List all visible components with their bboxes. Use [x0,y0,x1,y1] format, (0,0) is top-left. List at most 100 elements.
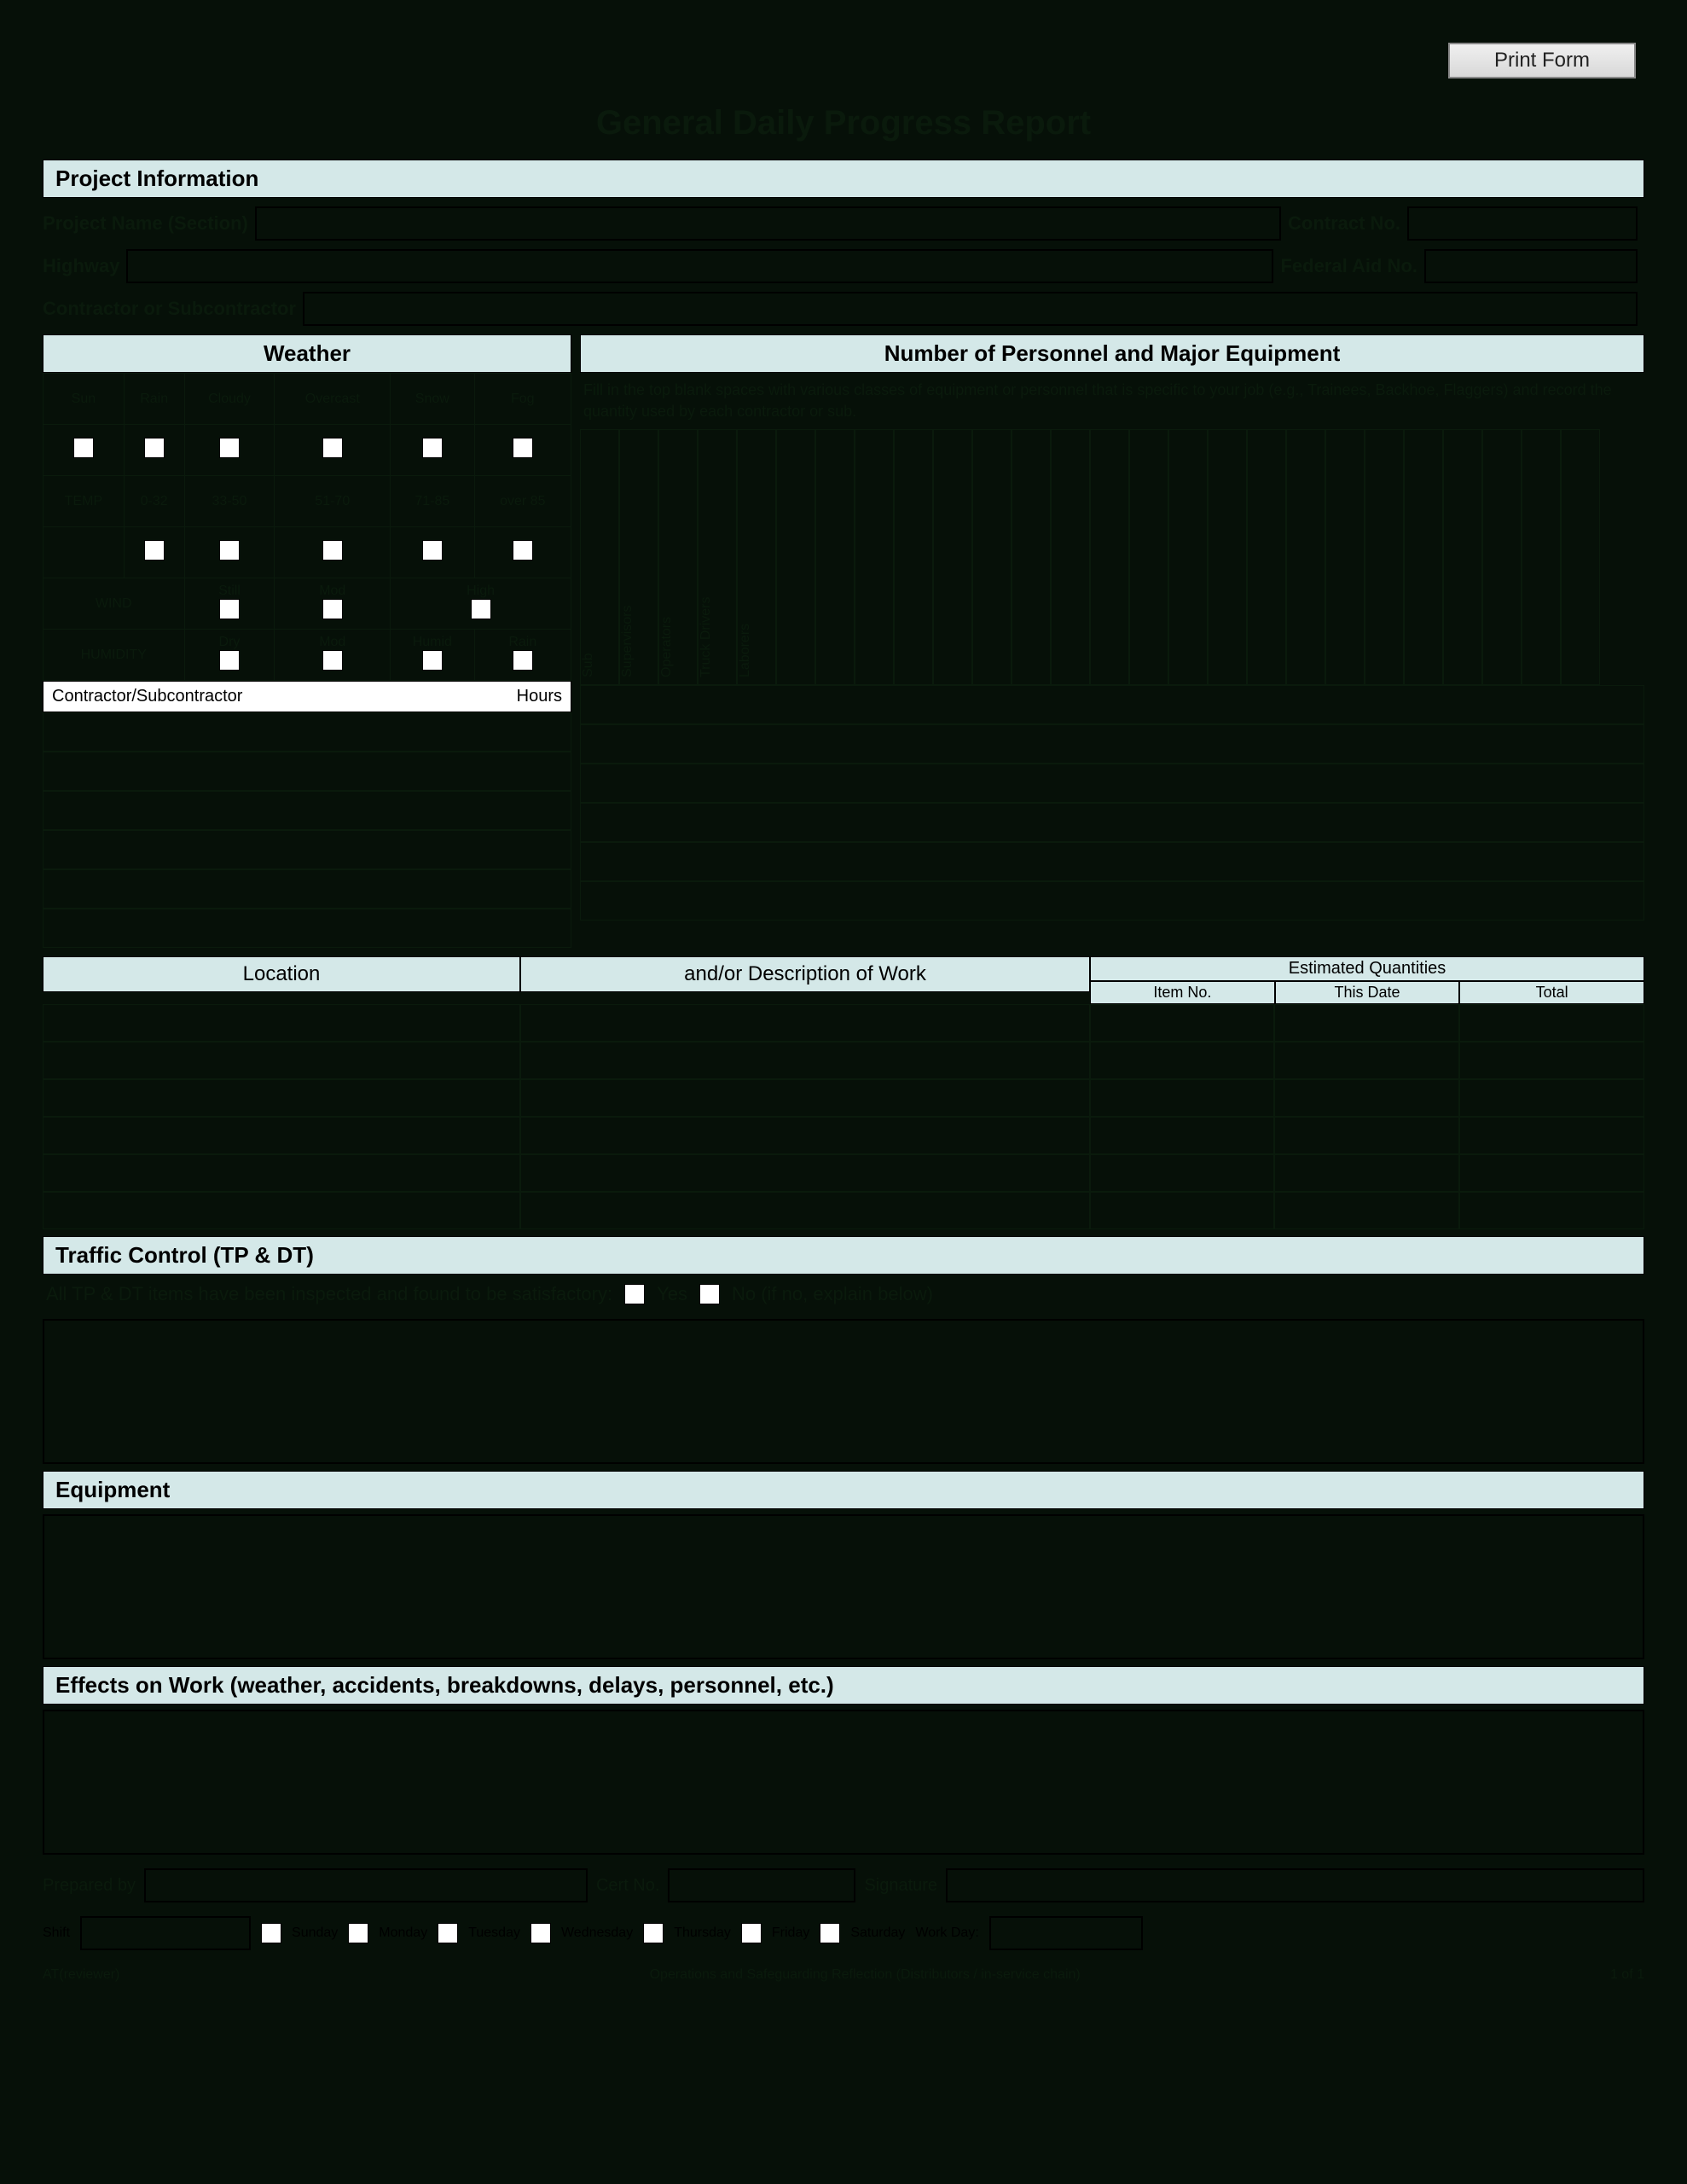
checkbox-friday[interactable] [741,1923,762,1943]
input-workday[interactable] [989,1916,1143,1950]
pcol-blank[interactable] [1090,429,1129,685]
checkbox-wind-high[interactable] [471,599,491,619]
pcol-blank[interactable] [1404,429,1443,685]
total-cell[interactable] [1459,1154,1644,1192]
checkbox-temp-51-70[interactable] [322,540,343,561]
personnel-row[interactable] [580,881,1644,921]
item-cell[interactable] [1090,1192,1274,1229]
pcol-blank[interactable] [776,429,815,685]
effects-textarea[interactable] [43,1710,1644,1855]
equipment-textarea[interactable] [43,1514,1644,1659]
total-cell[interactable] [1459,1079,1644,1117]
input-federal[interactable] [1424,249,1638,283]
checkbox-monday[interactable] [348,1923,368,1943]
date-cell[interactable] [1274,1154,1459,1192]
pcol-blank[interactable] [1325,429,1365,685]
contractor-row[interactable] [43,752,571,791]
desc-cell[interactable] [520,1079,1090,1117]
input-project-name[interactable] [255,206,1281,241]
pcol-blank[interactable] [933,429,972,685]
item-cell[interactable] [1090,1117,1274,1154]
item-cell[interactable] [1090,1154,1274,1192]
pcol-blank[interactable] [1443,429,1482,685]
contractor-row[interactable] [43,909,571,948]
input-contract-no[interactable] [1407,206,1638,241]
checkbox-saturday[interactable] [820,1923,840,1943]
checkbox-cloudy[interactable] [219,438,240,458]
input-shift[interactable] [80,1916,251,1950]
total-cell[interactable] [1459,1004,1644,1042]
checkbox-tuesday[interactable] [438,1923,458,1943]
date-cell[interactable] [1274,1004,1459,1042]
item-cell[interactable] [1090,1079,1274,1117]
desc-cell[interactable] [520,1042,1090,1079]
personnel-row[interactable] [580,764,1644,803]
checkbox-wednesday[interactable] [530,1923,551,1943]
personnel-row[interactable] [580,724,1644,764]
loc-cell[interactable] [43,1042,520,1079]
checkbox-hum-humid[interactable] [422,650,443,671]
total-cell[interactable] [1459,1192,1644,1229]
pcol-blank[interactable] [1051,429,1090,685]
contractor-row[interactable] [43,791,571,830]
desc-cell[interactable] [520,1192,1090,1229]
loc-cell[interactable] [43,1079,520,1117]
input-prepared[interactable] [144,1868,588,1902]
pcol-blank[interactable] [1168,429,1208,685]
date-cell[interactable] [1274,1192,1459,1229]
personnel-row[interactable] [580,803,1644,842]
pcol-blank[interactable] [1129,429,1168,685]
input-highway[interactable] [126,249,1273,283]
checkbox-traffic-no[interactable] [699,1284,720,1304]
date-cell[interactable] [1274,1117,1459,1154]
total-cell[interactable] [1459,1042,1644,1079]
input-signature[interactable] [946,1868,1644,1902]
desc-cell[interactable] [520,1117,1090,1154]
contractor-row[interactable] [43,712,571,752]
checkbox-temp-over85[interactable] [513,540,533,561]
checkbox-overcast[interactable] [322,438,343,458]
pcol-blank[interactable] [855,429,894,685]
checkbox-snow[interactable] [422,438,443,458]
personnel-row[interactable] [580,842,1644,881]
input-cert[interactable] [668,1868,855,1902]
date-cell[interactable] [1274,1079,1459,1117]
pcol-blank[interactable] [1012,429,1051,685]
pcol-blank[interactable] [972,429,1012,685]
loc-cell[interactable] [43,1192,520,1229]
pcol-blank[interactable] [1286,429,1325,685]
item-cell[interactable] [1090,1042,1274,1079]
total-cell[interactable] [1459,1117,1644,1154]
desc-cell[interactable] [520,1154,1090,1192]
checkbox-hum-mod[interactable] [322,650,343,671]
checkbox-fog[interactable] [513,438,533,458]
personnel-row[interactable] [580,685,1644,724]
checkbox-temp-71-85[interactable] [422,540,443,561]
checkbox-traffic-yes[interactable] [624,1284,645,1304]
pcol-blank[interactable] [1522,429,1561,685]
checkbox-wind-still[interactable] [219,599,240,619]
contractor-row[interactable] [43,830,571,869]
checkbox-temp-33-50[interactable] [219,540,240,561]
checkbox-temp-0-32[interactable] [144,540,165,561]
checkbox-hum-dry[interactable] [219,650,240,671]
pcol-blank[interactable] [1365,429,1404,685]
checkbox-thursday[interactable] [643,1923,664,1943]
pcol-blank[interactable] [1482,429,1522,685]
pcol-blank[interactable] [815,429,855,685]
pcol-blank[interactable] [1208,429,1247,685]
input-contractor[interactable] [303,292,1638,326]
desc-cell[interactable] [520,1004,1090,1042]
date-cell[interactable] [1274,1042,1459,1079]
loc-cell[interactable] [43,1154,520,1192]
print-button[interactable]: Print Form [1448,43,1636,78]
checkbox-rain[interactable] [144,438,165,458]
checkbox-hum-rain[interactable] [513,650,533,671]
checkbox-sun[interactable] [73,438,94,458]
loc-cell[interactable] [43,1004,520,1042]
pcol-blank[interactable] [1561,429,1600,685]
traffic-textarea[interactable] [43,1319,1644,1464]
loc-cell[interactable] [43,1117,520,1154]
pcol-blank[interactable] [1247,429,1286,685]
checkbox-sunday[interactable] [261,1923,281,1943]
